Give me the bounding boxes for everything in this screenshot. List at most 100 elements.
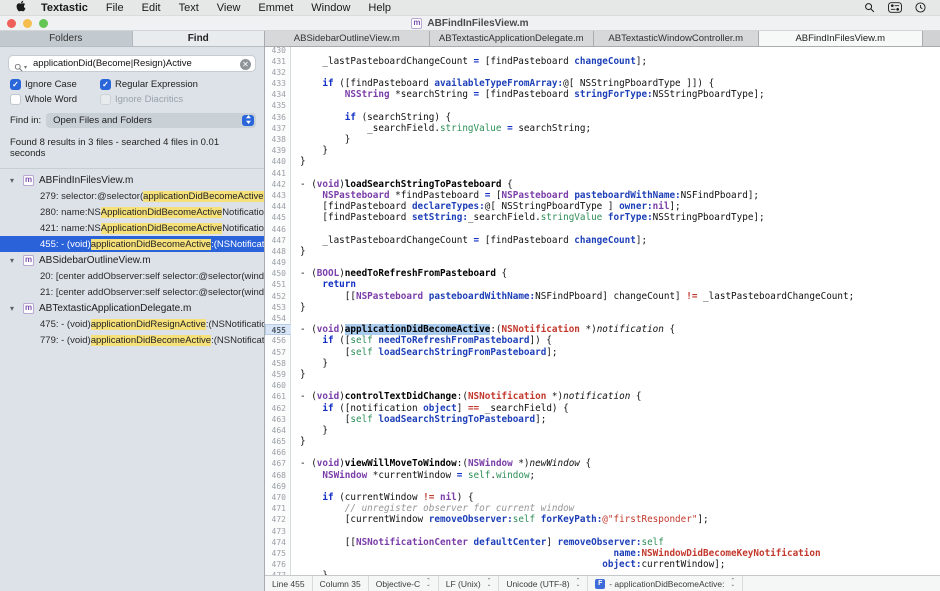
disclosure-triangle-icon[interactable]: ▾ bbox=[10, 304, 18, 313]
code-line[interactable]: 434 NSString *searchString = [findPasteb… bbox=[265, 89, 940, 100]
checked-checkbox-icon[interactable]: ✓ bbox=[100, 79, 111, 90]
code-line[interactable]: 433 if ([findPasteboard availableTypeFro… bbox=[265, 78, 940, 89]
sidebar-tab-folders[interactable]: Folders bbox=[0, 31, 133, 46]
code-line[interactable]: 438 } bbox=[265, 134, 940, 145]
code-line[interactable]: 447 _lastPasteboardChangeCount = [findPa… bbox=[265, 235, 940, 246]
menu-window[interactable]: Window bbox=[302, 2, 359, 14]
editor-tab-abfindinfilesview-m[interactable]: ABFindInFilesView.m bbox=[759, 31, 924, 46]
zoom-window-button[interactable] bbox=[39, 19, 48, 28]
clear-icon[interactable]: ✕ bbox=[240, 59, 251, 70]
result-match[interactable]: 280: name:NSApplicationDidBecomeActiveNo… bbox=[0, 204, 264, 220]
menu-file[interactable]: File bbox=[97, 2, 133, 14]
code-line[interactable]: 471 // unregister observer for current w… bbox=[265, 503, 940, 514]
status-applicationdidbecomeactive[interactable]: F- applicationDidBecomeActive:⌃⌄ bbox=[588, 576, 743, 591]
control-center-icon[interactable] bbox=[888, 2, 902, 13]
editor-tab-abtextasticwindowcontroller-m[interactable]: ABTextasticWindowController.m bbox=[594, 31, 759, 46]
unchecked-checkbox-icon[interactable] bbox=[10, 94, 21, 105]
menu-help[interactable]: Help bbox=[359, 2, 400, 14]
minimize-window-button[interactable] bbox=[23, 19, 32, 28]
code-line[interactable]: 436 if (searchString) { bbox=[265, 112, 940, 123]
result-file-absidebaroutlineview-m[interactable]: ▾mABSidebarOutlineView.m bbox=[0, 252, 264, 268]
code-line[interactable]: 461- (void)controlTextDidChange:(NSNotif… bbox=[265, 391, 940, 402]
code-line[interactable]: 462 if ([notification object] == _search… bbox=[265, 403, 940, 414]
editor-tab-abtextasticapplicationdelegate-m[interactable]: ABTextasticApplicationDelegate.m bbox=[430, 31, 595, 46]
result-match[interactable]: 20: [center addObserver:self selector:@s… bbox=[0, 268, 264, 284]
code-line[interactable]: 432 bbox=[265, 67, 940, 78]
checked-checkbox-icon[interactable]: ✓ bbox=[10, 79, 21, 90]
result-match[interactable]: 779: - (void)applicationDidBecomeActive:… bbox=[0, 332, 264, 348]
code-line[interactable]: 452 [[NSPasteboard pasteboardWithName:NS… bbox=[265, 291, 940, 302]
menu-text[interactable]: Text bbox=[170, 2, 208, 14]
code-line[interactable]: 476 object:currentWindow]; bbox=[265, 559, 940, 570]
code-line[interactable]: 466 bbox=[265, 447, 940, 458]
code-line[interactable]: 437 _searchField.stringValue = searchStr… bbox=[265, 123, 940, 134]
disclosure-triangle-icon[interactable]: ▾ bbox=[10, 176, 18, 185]
code-line[interactable]: 446 bbox=[265, 224, 940, 235]
code-line[interactable]: 459} bbox=[265, 369, 940, 380]
code-line[interactable]: 444 [findPasteboard declareTypes:@[ NSSt… bbox=[265, 201, 940, 212]
option-ignore-case[interactable]: ✓Ignore Case bbox=[10, 79, 88, 90]
code-line[interactable]: 442- (void)loadSearchStringToPasteboard … bbox=[265, 179, 940, 190]
code-line[interactable]: 460 bbox=[265, 380, 940, 391]
option-regular-expression[interactable]: ✓Regular Expression bbox=[100, 79, 264, 90]
status-lf-unix[interactable]: LF (Unix)⌃⌄ bbox=[439, 576, 500, 591]
code-line[interactable]: 454 bbox=[265, 313, 940, 324]
code-line[interactable]: 473 bbox=[265, 526, 940, 537]
code-line[interactable]: 449 bbox=[265, 257, 940, 268]
code-line[interactable]: 455- (void)applicationDidBecomeActive:(N… bbox=[265, 324, 940, 335]
code-line[interactable]: 450- (BOOL)needToRefreshFromPasteboard { bbox=[265, 268, 940, 279]
editor-tab-absidebaroutlineview-m[interactable]: ABSidebarOutlineView.m bbox=[265, 31, 430, 46]
spotlight-icon[interactable] bbox=[864, 2, 875, 13]
code-line[interactable]: 457 [self loadSearchStringFromPasteboard… bbox=[265, 347, 940, 358]
code-line[interactable]: 440} bbox=[265, 156, 940, 167]
disclosure-triangle-icon[interactable]: ▾ bbox=[10, 256, 18, 265]
menu-view[interactable]: View bbox=[208, 2, 250, 14]
code-line[interactable]: 439 } bbox=[265, 145, 940, 156]
option-whole-word[interactable]: Whole Word bbox=[10, 94, 88, 105]
code-editor[interactable]: 430431 _lastPasteboardChangeCount = [fin… bbox=[265, 47, 940, 575]
code-line[interactable]: 445 [findPasteboard setString:_searchFie… bbox=[265, 212, 940, 223]
code-line[interactable]: 430 bbox=[265, 47, 940, 56]
result-match[interactable]: 455: - (void)applicationDidBecomeActive:… bbox=[0, 236, 264, 252]
result-match[interactable]: 21: [center addObserver:self selector:@s… bbox=[0, 284, 264, 300]
result-file-abfindinfilesview-m[interactable]: ▾mABFindInFilesView.m bbox=[0, 172, 264, 188]
code-line[interactable]: 453} bbox=[265, 302, 940, 313]
result-file-abtextasticapplicationdelegate-m[interactable]: ▾mABTextasticApplicationDelegate.m bbox=[0, 300, 264, 316]
code-line[interactable]: 475 name:NSWindowDidBecomeKeyNotificatio… bbox=[265, 548, 940, 559]
code-line[interactable]: 456 if ([self needToRefreshFromPasteboar… bbox=[265, 335, 940, 346]
menu-emmet[interactable]: Emmet bbox=[249, 2, 302, 14]
code-line[interactable]: 464 } bbox=[265, 425, 940, 436]
menu-edit[interactable]: Edit bbox=[133, 2, 170, 14]
code-line[interactable]: 431 _lastPasteboardChangeCount = [findPa… bbox=[265, 56, 940, 67]
search-input[interactable] bbox=[33, 58, 237, 69]
code-line[interactable]: 435 bbox=[265, 100, 940, 111]
code-line[interactable]: 463 [self loadSearchStringToPasteboard]; bbox=[265, 414, 940, 425]
code-line[interactable]: 441 bbox=[265, 168, 940, 179]
unchecked-checkbox-icon[interactable] bbox=[100, 94, 111, 105]
code-line[interactable]: 474 [[NSNotificationCenter defaultCenter… bbox=[265, 537, 940, 548]
code-line[interactable]: 467- (void)viewWillMoveToWindow:(NSWindo… bbox=[265, 458, 940, 469]
menu-textastic[interactable]: Textastic bbox=[32, 2, 97, 14]
result-match[interactable]: 475: - (void)applicationDidResignActive:… bbox=[0, 316, 264, 332]
code-line[interactable]: 458 } bbox=[265, 358, 940, 369]
search-field[interactable]: ▾ ✕ bbox=[8, 55, 256, 72]
close-window-button[interactable] bbox=[7, 19, 16, 28]
code-line[interactable]: 468 NSWindow *currentWindow = self.windo… bbox=[265, 470, 940, 481]
clock-icon[interactable] bbox=[915, 2, 926, 13]
code-line[interactable]: 472 [currentWindow removeObserver:self f… bbox=[265, 514, 940, 525]
sidebar-tab-find[interactable]: Find bbox=[133, 31, 265, 46]
code-line[interactable]: 443 NSPasteboard *findPasteboard = [NSPa… bbox=[265, 190, 940, 201]
code-line[interactable]: 470 if (currentWindow != nil) { bbox=[265, 492, 940, 503]
code-line[interactable]: 448} bbox=[265, 246, 940, 257]
code-line[interactable]: 451 return bbox=[265, 279, 940, 290]
status-objective-c[interactable]: Objective-C⌃⌄ bbox=[369, 576, 439, 591]
option-ignore-diacritics[interactable]: Ignore Diacritics bbox=[100, 94, 264, 105]
code-line[interactable]: 469 bbox=[265, 481, 940, 492]
result-match[interactable]: 279: selector:@selector(applicationDidBe… bbox=[0, 188, 264, 204]
code-line[interactable]: 465} bbox=[265, 436, 940, 447]
find-in-select[interactable]: Open Files and Folders bbox=[46, 113, 256, 128]
result-match[interactable]: 421: name:NSApplicationDidBecomeActiveNo… bbox=[0, 220, 264, 236]
status-unicode-utf-8[interactable]: Unicode (UTF-8)⌃⌄ bbox=[499, 576, 588, 591]
apple-menu[interactable] bbox=[10, 0, 32, 15]
stepper-icon[interactable] bbox=[242, 115, 254, 126]
